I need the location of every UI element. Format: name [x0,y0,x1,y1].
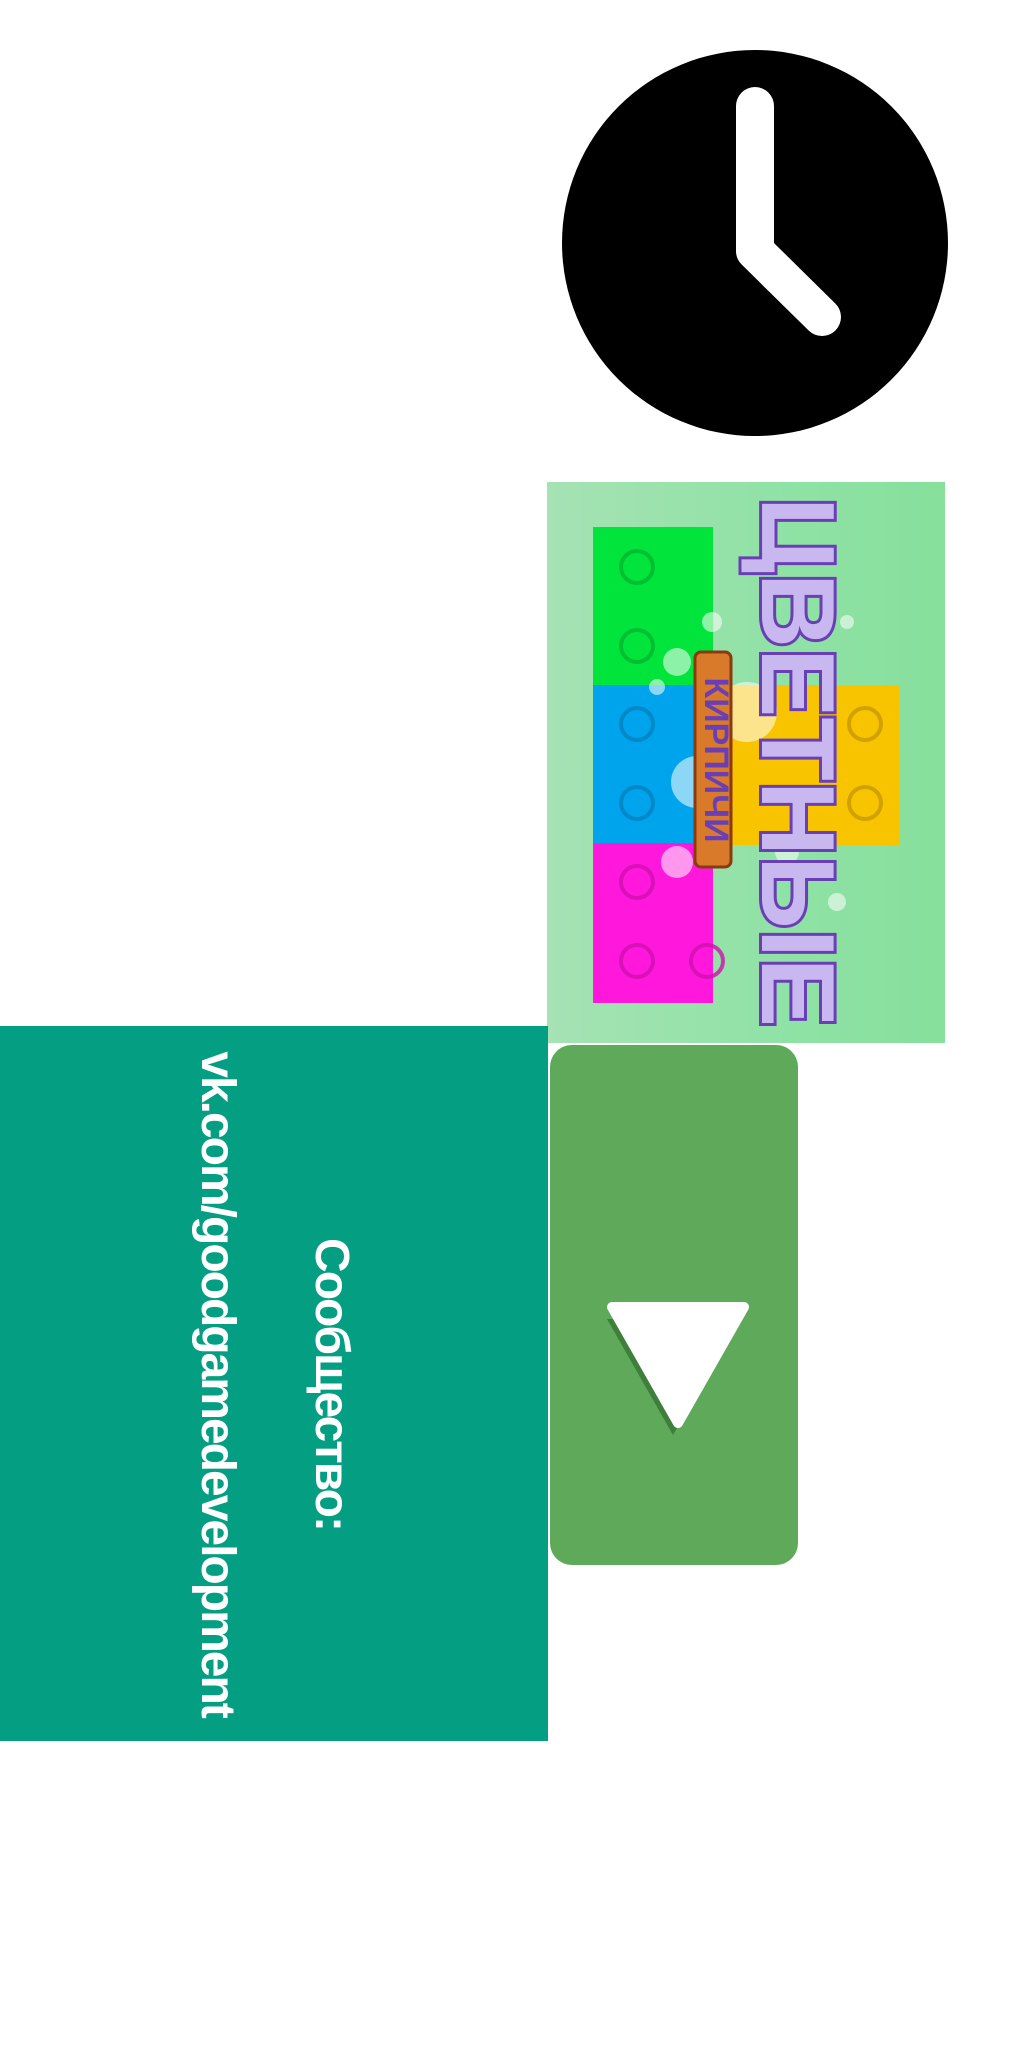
pink-brick [593,843,713,1003]
community-banner[interactable]: Сообщество: vk.com/goodgamedevelopment [0,1026,548,1741]
clock-icon [560,48,950,438]
game-logo-image: ЦВЕТНЫЕ КИРПИЧИ [593,494,899,1030]
community-text: Сообщество: vk.com/goodgamedevelopment [189,1026,359,1741]
logo-subtitle: КИРПИЧИ [697,677,735,842]
community-label: Сообщество: [305,1237,358,1530]
play-button[interactable] [550,1045,798,1565]
game-logo[interactable]: ЦВЕТНЫЕ КИРПИЧИ [547,482,945,1043]
triangle-down-icon [607,1302,749,1435]
logo-title: ЦВЕТНЫЕ [739,497,855,1027]
community-link[interactable]: vk.com/goodgamedevelopment [189,1026,245,1741]
